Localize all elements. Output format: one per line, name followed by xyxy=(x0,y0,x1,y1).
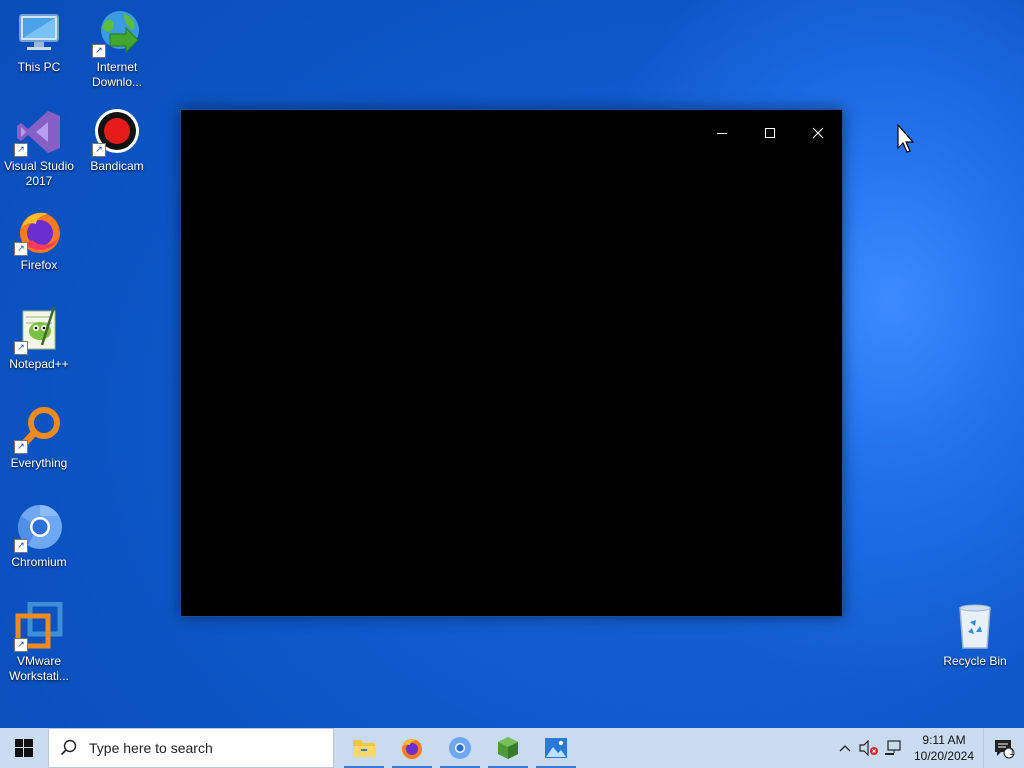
desktop-icon-visual-studio[interactable]: ↗ Visual Studio 2017 xyxy=(1,107,77,189)
chromium-icon: ↗ xyxy=(14,503,64,553)
file-explorer-icon xyxy=(353,740,375,757)
desktop-icon-label: Notepad++ xyxy=(9,357,69,371)
windows-logo-icon xyxy=(15,739,33,757)
shortcut-arrow-icon: ↗ xyxy=(14,539,28,553)
cube-app-icon xyxy=(498,737,518,759)
taskbar-search-box[interactable]: Type here to search xyxy=(48,728,334,768)
mouse-cursor-icon xyxy=(897,124,915,153)
taskbar-photos[interactable] xyxy=(532,728,580,768)
desktop-icon-label: Bandicam xyxy=(90,159,144,173)
taskbar-cube-app[interactable] xyxy=(484,728,532,768)
network-button[interactable] xyxy=(881,728,905,768)
minimize-icon xyxy=(717,133,727,134)
shortcut-arrow-icon: ↗ xyxy=(92,143,106,157)
black-app-window[interactable] xyxy=(180,109,843,617)
desktop-icon-label: VMware Workstati... xyxy=(9,654,69,683)
maximize-button[interactable] xyxy=(746,110,794,156)
photos-icon xyxy=(545,738,567,758)
desktop-icon-label: Visual Studio 2017 xyxy=(4,159,74,188)
bandicam-record-icon: ↗ xyxy=(92,107,142,157)
search-icon xyxy=(49,739,89,757)
desktop-icon-label: Chromium xyxy=(11,555,67,569)
clock-time: 9:11 AM xyxy=(922,733,966,747)
network-icon xyxy=(885,740,901,755)
volume-button[interactable] xyxy=(857,728,881,768)
chevron-up-icon xyxy=(839,745,851,752)
desktop-icon-bandicam[interactable]: ↗ Bandicam xyxy=(79,107,155,174)
recycle-bin-icon xyxy=(950,602,1000,652)
taskbar-file-explorer[interactable] xyxy=(340,728,388,768)
visual-studio-icon: ↗ xyxy=(14,107,64,157)
desktop-icon-vmware[interactable]: ↗ VMware Workstati... xyxy=(1,601,77,684)
shortcut-arrow-icon: ↗ xyxy=(14,242,28,256)
desktop-icon-label: This PC xyxy=(17,60,61,74)
desktop-icon-notepad-plus-plus[interactable]: ↗ Notepad++ xyxy=(1,305,77,372)
desktop-icon-everything[interactable]: ↗ Everything xyxy=(1,404,77,471)
desktop-icon-label: Firefox xyxy=(20,258,58,272)
shortcut-arrow-icon: ↗ xyxy=(14,638,28,652)
close-icon xyxy=(812,127,824,139)
firefox-icon: ↗ xyxy=(14,206,64,256)
action-center-button[interactable]: 1 xyxy=(983,728,1024,768)
desktop-icon-this-pc[interactable]: This PC xyxy=(1,8,77,75)
desktop-icon-label: Internet Downlo... xyxy=(91,60,143,89)
show-hidden-icons-button[interactable] xyxy=(833,728,857,768)
chromium-icon xyxy=(449,737,471,759)
desktop-icon-label: Everything xyxy=(10,456,68,470)
taskbar-firefox[interactable] xyxy=(388,728,436,768)
volume-muted-icon xyxy=(859,740,878,756)
vmware-icon: ↗ xyxy=(14,601,64,652)
shortcut-arrow-icon: ↗ xyxy=(14,440,28,454)
desktop-icon-internet-download-manager[interactable]: ↗ Internet Downlo... xyxy=(79,8,155,90)
search-placeholder: Type here to search xyxy=(89,740,213,756)
everything-search-icon: ↗ xyxy=(14,404,64,454)
system-tray: 9:11 AM 10/20/2024 1 xyxy=(833,728,1024,768)
desktop-icon-label: Recycle Bin xyxy=(943,654,1007,668)
taskbar-chromium[interactable] xyxy=(436,728,484,768)
minimize-button[interactable] xyxy=(698,110,746,156)
window-controls xyxy=(698,110,842,156)
shortcut-arrow-icon: ↗ xyxy=(14,341,28,355)
idm-globe-icon: ↗ xyxy=(92,8,142,58)
desktop-icon-firefox[interactable]: ↗ Firefox xyxy=(1,206,77,273)
monitor-icon xyxy=(14,8,64,58)
clock-date: 10/20/2024 xyxy=(913,749,975,763)
desktop-icon-chromium[interactable]: ↗ Chromium xyxy=(1,503,77,570)
notepad-plus-plus-icon: ↗ xyxy=(14,305,64,355)
start-button[interactable] xyxy=(0,728,48,768)
taskbar: Type here to search 9:11 AM 10/20/2024 1 xyxy=(0,728,1024,768)
firefox-icon xyxy=(402,739,422,759)
desktop-icon-recycle-bin[interactable]: Recycle Bin xyxy=(937,602,1013,669)
shortcut-arrow-icon: ↗ xyxy=(14,143,28,157)
notification-count-badge: 1 xyxy=(1009,747,1015,757)
taskbar-clock[interactable]: 9:11 AM 10/20/2024 xyxy=(905,732,983,764)
shortcut-arrow-icon: ↗ xyxy=(92,44,106,58)
close-button[interactable] xyxy=(794,110,842,156)
maximize-icon xyxy=(765,128,775,138)
